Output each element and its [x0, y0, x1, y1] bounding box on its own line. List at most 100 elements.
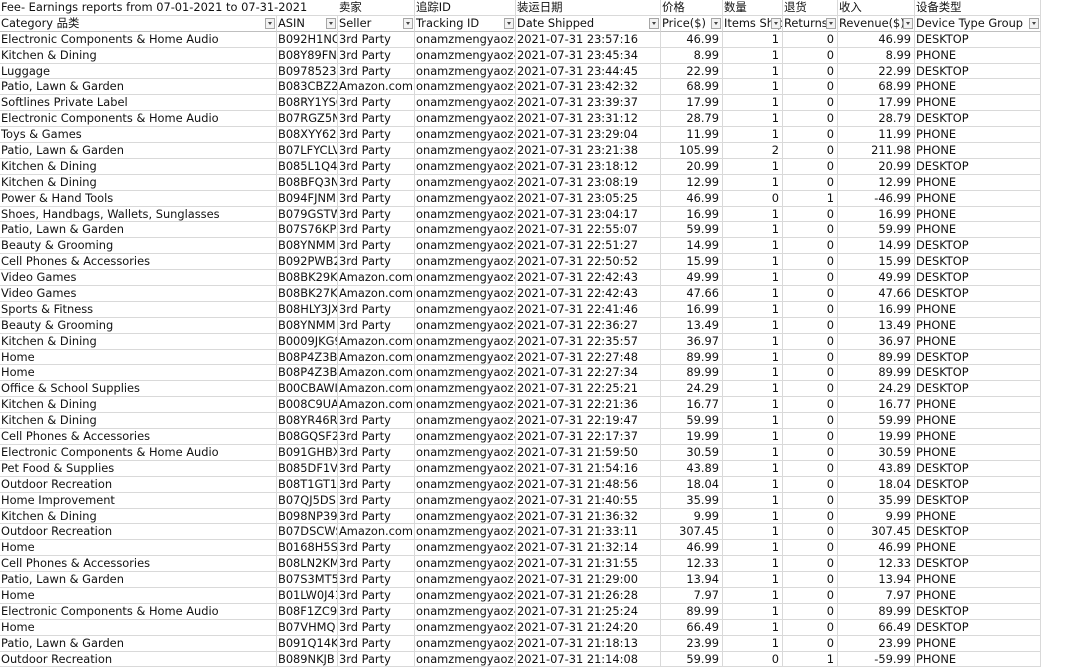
table-cell[interactable]: Home [0, 540, 277, 557]
table-cell[interactable]: onamzmengyaoz- [415, 79, 516, 96]
table-cell[interactable]: 307.45 [838, 524, 915, 541]
table-cell[interactable]: DESKTOP [915, 619, 1041, 636]
table-cell[interactable]: B08GQSF2 [277, 429, 338, 445]
table-cell[interactable]: 3rd Party [338, 301, 415, 318]
table-cell[interactable]: 89.99 [661, 365, 723, 382]
table-cell[interactable]: B08P4Z3B5 [277, 349, 338, 366]
table-cell[interactable]: B08YNMM [277, 317, 338, 334]
table-cell[interactable]: onamzmengyaoz- [415, 492, 516, 509]
table-cell[interactable]: 1 [723, 460, 783, 477]
table-cell[interactable]: onamzmengyaoz- [415, 238, 516, 255]
table-cell[interactable]: 47.66 [661, 286, 723, 302]
table-cell[interactable]: 7.97 [661, 587, 723, 604]
table-cell[interactable]: B08HLY3JX [277, 301, 338, 318]
table-cell[interactable]: PHONE [915, 587, 1041, 604]
table-cell[interactable]: 24.29 [661, 381, 723, 398]
table-cell[interactable]: Pet Food & Supplies [0, 460, 277, 477]
table-cell[interactable]: 0 [783, 556, 838, 573]
table-cell[interactable]: onamzmengyaoz- [415, 556, 516, 573]
table-cell[interactable]: Amazon.com [338, 79, 415, 96]
table-cell[interactable]: DESKTOP [915, 270, 1041, 287]
table-cell[interactable]: onamzmengyaoz- [415, 190, 516, 207]
table-cell[interactable]: PHONE [915, 143, 1041, 159]
table-cell[interactable]: B08T1GT1N [277, 476, 338, 493]
table-cell[interactable]: 16.99 [661, 206, 723, 223]
table-cell[interactable]: 59.99 [838, 222, 915, 239]
table-cell[interactable]: Amazon.com [338, 365, 415, 382]
table-cell[interactable]: 2021-07-31 23:31:12 [516, 111, 661, 128]
table-cell[interactable]: PHONE [915, 174, 1041, 191]
table-cell[interactable]: 3rd Party [338, 492, 415, 509]
table-cell[interactable]: DESKTOP [915, 254, 1041, 271]
table-cell[interactable]: 1 [723, 31, 783, 48]
table-cell[interactable]: 2021-07-31 21:31:55 [516, 556, 661, 573]
table-cell[interactable]: 1 [723, 397, 783, 414]
zh-header-cell[interactable]: 收入 [838, 0, 915, 16]
table-cell[interactable]: 3rd Party [338, 444, 415, 461]
filter-dropdown-icon[interactable] [903, 17, 913, 29]
table-cell[interactable]: 17.99 [661, 95, 723, 112]
table-cell[interactable]: 1 [723, 286, 783, 302]
table-cell[interactable]: Amazon.com [338, 333, 415, 350]
table-cell[interactable]: 3rd Party [338, 238, 415, 255]
table-cell[interactable]: 14.99 [838, 238, 915, 255]
table-cell[interactable]: Video Games [0, 286, 277, 302]
table-cell[interactable]: 18.04 [838, 476, 915, 493]
table-cell[interactable]: Shoes, Handbags, Wallets, Sunglasses [0, 206, 277, 223]
table-cell[interactable]: 2021-07-31 23:57:16 [516, 31, 661, 48]
table-cell[interactable]: 2021-07-31 22:51:27 [516, 238, 661, 255]
column-header[interactable]: Date Shipped [516, 15, 661, 32]
table-cell[interactable]: Amazon.com [338, 286, 415, 302]
table-cell[interactable]: Patio, Lawn & Garden [0, 222, 277, 239]
table-cell[interactable]: PHONE [915, 444, 1041, 461]
table-cell[interactable]: 2021-07-31 23:42:32 [516, 79, 661, 96]
table-cell[interactable]: 28.79 [661, 111, 723, 128]
table-cell[interactable]: 13.49 [661, 317, 723, 334]
table-cell[interactable]: Amazon.com [338, 349, 415, 366]
table-cell[interactable]: PHONE [915, 47, 1041, 64]
table-cell[interactable]: PHONE [915, 397, 1041, 414]
table-cell[interactable]: 3rd Party [338, 540, 415, 557]
table-cell[interactable]: onamzmengyaoz- [415, 429, 516, 445]
table-cell[interactable]: 0 [783, 301, 838, 318]
table-cell[interactable]: PHONE [915, 413, 1041, 430]
table-cell[interactable]: PHONE [915, 651, 1041, 667]
table-cell[interactable]: 13.49 [838, 317, 915, 334]
table-cell[interactable]: 3rd Party [338, 317, 415, 334]
table-cell[interactable]: 1 [723, 524, 783, 541]
table-cell[interactable]: onamzmengyaoz- [415, 524, 516, 541]
table-cell[interactable]: 1 [723, 47, 783, 64]
table-cell[interactable]: 59.99 [661, 651, 723, 667]
table-cell[interactable]: 0 [783, 95, 838, 112]
table-cell[interactable]: 0 [783, 63, 838, 80]
table-cell[interactable]: B085DF1VE [277, 460, 338, 477]
table-cell[interactable]: onamzmengyaoz- [415, 540, 516, 557]
table-cell[interactable]: 66.49 [661, 619, 723, 636]
table-cell[interactable]: onamzmengyaoz- [415, 651, 516, 667]
table-cell[interactable]: 1 [723, 206, 783, 223]
table-cell[interactable]: Home [0, 587, 277, 604]
table-cell[interactable]: 15.99 [838, 254, 915, 271]
table-cell[interactable]: DESKTOP [915, 365, 1041, 382]
table-cell[interactable]: 2021-07-31 22:36:27 [516, 317, 661, 334]
table-cell[interactable]: B07LFYCLV [277, 143, 338, 159]
table-cell[interactable]: 2021-07-31 21:33:11 [516, 524, 661, 541]
table-cell[interactable]: onamzmengyaoz- [415, 572, 516, 588]
table-cell[interactable]: 2021-07-31 23:18:12 [516, 158, 661, 175]
table-cell[interactable]: 8.99 [661, 47, 723, 64]
table-cell[interactable]: 2021-07-31 21:54:16 [516, 460, 661, 477]
table-cell[interactable]: 3rd Party [338, 603, 415, 620]
table-cell[interactable]: onamzmengyaoz- [415, 31, 516, 48]
table-cell[interactable]: 14.99 [661, 238, 723, 255]
table-cell[interactable]: 0 [783, 333, 838, 350]
table-cell[interactable]: 8.99 [838, 47, 915, 64]
table-cell[interactable]: 17.99 [838, 95, 915, 112]
table-cell[interactable]: onamzmengyaoz- [415, 158, 516, 175]
table-cell[interactable]: PHONE [915, 206, 1041, 223]
table-cell[interactable]: 2021-07-31 23:45:34 [516, 47, 661, 64]
table-cell[interactable]: 11.99 [661, 127, 723, 144]
zh-header-cell[interactable]: 数量 [723, 0, 783, 16]
table-cell[interactable]: B092H1NQ [277, 31, 338, 48]
filter-dropdown-icon[interactable] [771, 17, 781, 29]
table-cell[interactable]: 36.97 [661, 333, 723, 350]
